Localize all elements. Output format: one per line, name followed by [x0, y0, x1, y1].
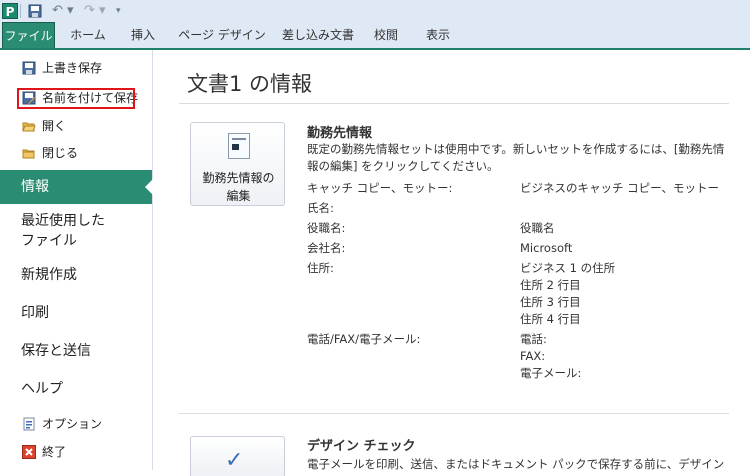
publisher-app-icon[interactable]: P [2, 3, 18, 19]
divider [179, 103, 729, 104]
field-label: 住所: [307, 261, 334, 275]
nav-open[interactable]: 開く [0, 115, 152, 137]
nav-options-label: オプション [42, 417, 103, 431]
nav-help-label: ヘルプ [21, 381, 63, 397]
nav-save-send-label: 保存と送信 [21, 343, 91, 359]
design-check-button[interactable]: ✓ [190, 436, 285, 476]
save-icon [22, 61, 36, 75]
nav-save[interactable]: 上書き保存 [0, 57, 152, 79]
tab-file[interactable]: ファイル [2, 22, 55, 48]
nav-print[interactable]: 印刷 [0, 300, 152, 326]
field-value: Microsoft [520, 241, 573, 255]
design-check-icon: ✓ [225, 448, 244, 473]
nav-close-label: 閉じる [42, 146, 79, 160]
nav-exit-label: 終了 [42, 445, 67, 459]
quick-access-toolbar: P ↶ ▾ ↷ ▾ ▾ [0, 0, 750, 23]
field-label: キャッチ コピー、モットー: [307, 181, 453, 195]
nav-options[interactable]: オプション [0, 413, 152, 435]
design-check-heading: デザイン チェック [307, 439, 416, 454]
selected-arrow [145, 179, 153, 195]
field-value: ビジネスのキャッチ コピー、モットー [520, 181, 720, 195]
info-panel: 文書1 の情報 勤務先情報の 編集 勤務先情報 既定の勤務先情報セットは使用中で… [153, 50, 750, 476]
design-check-description: 電子メールを印刷、送信、またはドキュメント パックで保存する前に、デザイン [307, 457, 725, 471]
page-title: 文書1 の情報 [187, 72, 313, 96]
field-value: FAX: [520, 349, 546, 363]
nav-open-label: 開く [42, 119, 67, 133]
field-value: 住所 4 行目 [520, 312, 581, 326]
nav-info-label: 情報 [21, 179, 49, 195]
nav-info[interactable]: 情報 [0, 170, 153, 204]
close-folder-icon [22, 149, 35, 159]
tab-review[interactable]: 校閲 [366, 22, 406, 48]
nav-recent[interactable]: 最近使用した ファイル [0, 211, 152, 251]
undo-icon[interactable]: ↶ ▾ [52, 3, 76, 19]
nav-print-label: 印刷 [21, 305, 49, 321]
nav-help[interactable]: ヘルプ [0, 376, 152, 402]
tab-view[interactable]: 表示 [418, 22, 458, 48]
field-value: ビジネス 1 の住所 [520, 261, 616, 275]
ribbon-tabs: ファイル ホーム 挿入 ページ デザイン 差し込み文書 校閲 表示 [0, 22, 750, 50]
field-label: 会社名: [307, 241, 346, 255]
edit-button-label-2: 編集 [226, 189, 251, 203]
field-label: 役職名: [307, 221, 346, 235]
field-value: 住所 2 行目 [520, 278, 581, 292]
field-value: 住所 3 行目 [520, 295, 581, 309]
edit-business-info-button[interactable]: 勤務先情報の 編集 [190, 122, 285, 206]
nav-close[interactable]: 閉じる [0, 142, 152, 164]
field-label: 電話/FAX/電子メール: [307, 332, 421, 346]
customize-toolbar-icon[interactable]: ▾ [116, 3, 126, 19]
field-value: 電子メール: [520, 366, 582, 380]
save-icon[interactable] [28, 3, 42, 19]
tab-page-design[interactable]: ページ デザイン [172, 22, 272, 48]
tab-home[interactable]: ホーム [60, 22, 116, 48]
redo-icon[interactable]: ↷ ▾ [84, 3, 108, 19]
business-info-icon [228, 133, 250, 159]
open-folder-icon [22, 122, 36, 132]
tab-mailings[interactable]: 差し込み文書 [278, 22, 358, 48]
business-info-description: 既定の勤務先情報セットは使用中です。新しいセットを作成するには、[勤務先情報の編… [307, 142, 725, 173]
nav-save-send[interactable]: 保存と送信 [0, 338, 152, 364]
divider [179, 413, 729, 414]
field-label: 氏名: [307, 201, 334, 215]
save-as-highlight [17, 88, 135, 109]
nav-new-label: 新規作成 [21, 267, 77, 283]
toolbar-separator [20, 4, 21, 18]
tab-insert[interactable]: 挿入 [120, 22, 166, 48]
edit-button-label: 勤務先情報の 編集 [191, 169, 286, 205]
field-value: 電話: [520, 332, 547, 346]
nav-recent-label-2: ファイル [21, 233, 77, 249]
field-value: 役職名 [520, 221, 555, 235]
edit-button-label-1: 勤務先情報の [202, 171, 275, 185]
backstage-nav: 上書き保存 名前を付けて保存 開く 閉じる 情報 最近使用した ファイル 新規作… [0, 50, 153, 470]
nav-save-label: 上書き保存 [42, 61, 103, 75]
exit-icon [22, 445, 36, 459]
nav-exit[interactable]: 終了 [0, 441, 152, 463]
options-icon [23, 417, 35, 431]
nav-new[interactable]: 新規作成 [0, 262, 152, 288]
nav-recent-label-1: 最近使用した [21, 213, 105, 229]
business-info-heading: 勤務先情報 [307, 126, 373, 141]
